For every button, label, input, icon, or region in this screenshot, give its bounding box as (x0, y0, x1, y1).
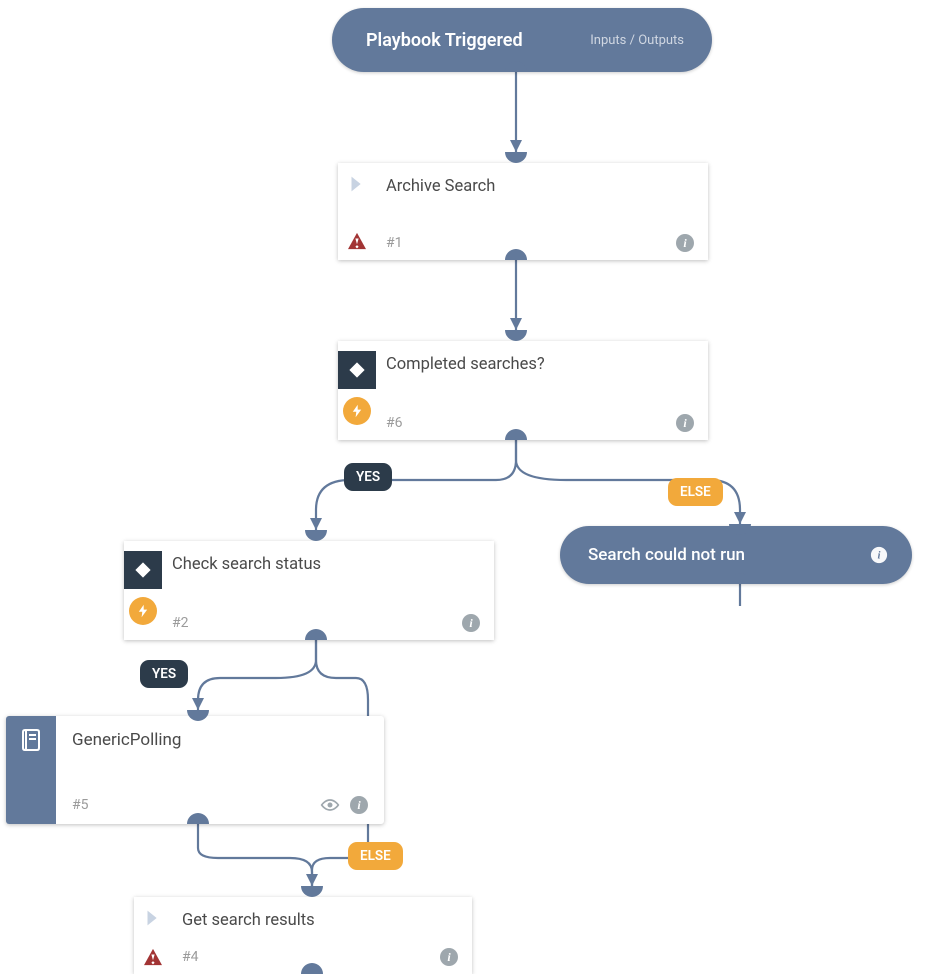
message-title: Search could not run (588, 545, 870, 565)
info-icon[interactable]: i (440, 948, 458, 966)
flow-connectors (0, 0, 942, 974)
task-number: #6 (386, 415, 403, 431)
task-number: #1 (386, 235, 403, 251)
task-archive-search[interactable]: Archive Search #1 i (338, 163, 708, 260)
task-number: #2 (172, 615, 189, 631)
lightning-icon (343, 397, 371, 425)
lightning-icon (129, 597, 157, 625)
condition-check-search-status[interactable]: Check search status #2 i (124, 541, 494, 640)
subplaybook-generic-polling[interactable]: GenericPolling #5 i (6, 716, 384, 824)
task-title: Get search results (182, 911, 458, 930)
diamond-icon (124, 551, 162, 589)
info-icon[interactable]: i (870, 546, 888, 564)
branch-yes[interactable]: YES (140, 660, 188, 688)
eye-icon[interactable] (320, 798, 340, 812)
svg-text:i: i (878, 550, 881, 562)
chevron-icon (346, 173, 368, 195)
task-number: #4 (182, 949, 199, 965)
task-title: Completed searches? (386, 355, 694, 374)
diamond-icon (338, 351, 376, 389)
info-icon[interactable]: i (350, 796, 368, 814)
branch-else[interactable]: ELSE (348, 842, 403, 870)
task-number: #5 (72, 797, 89, 813)
info-icon[interactable]: i (462, 614, 480, 632)
warning-icon (143, 948, 163, 966)
task-get-search-results[interactable]: Get search results #4 i (134, 897, 472, 974)
info-icon[interactable]: i (676, 234, 694, 252)
task-title: GenericPolling (72, 730, 368, 750)
trigger-title: Playbook Triggered (366, 30, 590, 51)
warning-icon (347, 232, 367, 250)
trigger-io-label[interactable]: Inputs / Outputs (590, 33, 684, 48)
branch-else[interactable]: ELSE (668, 478, 723, 506)
branch-yes[interactable]: YES (344, 463, 392, 491)
info-icon[interactable]: i (676, 414, 694, 432)
book-icon (19, 728, 43, 756)
condition-completed-searches[interactable]: Completed searches? #6 i (338, 341, 708, 440)
task-title: Check search status (172, 555, 480, 574)
chevron-icon (142, 907, 164, 929)
task-title: Archive Search (386, 177, 694, 196)
